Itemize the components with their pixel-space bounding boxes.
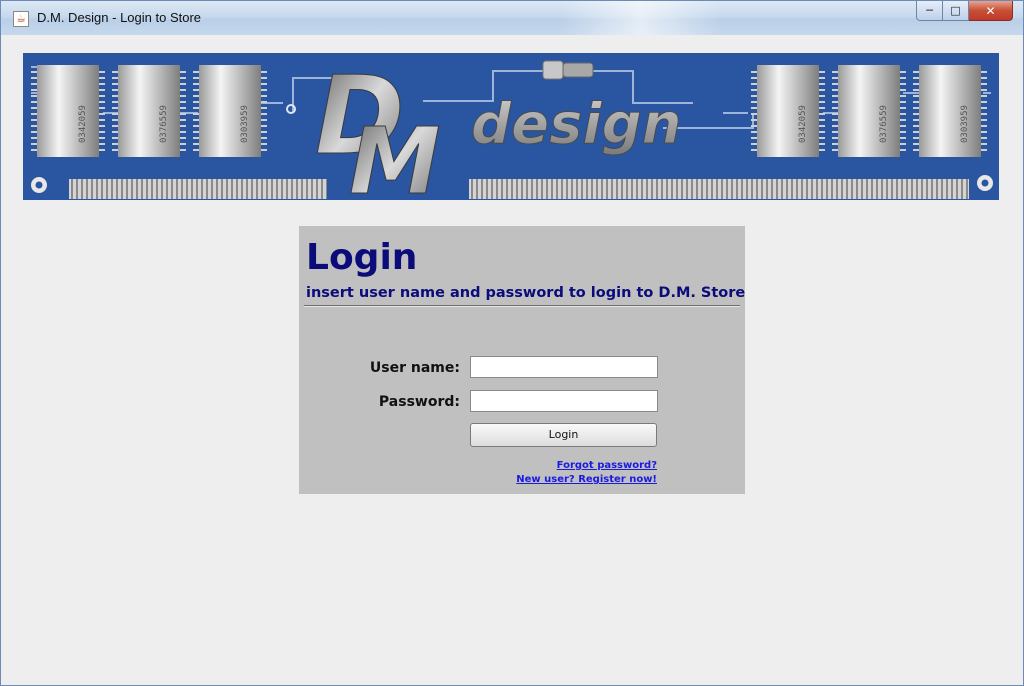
chip-label: 0342059: [78, 105, 88, 143]
page-title: Login: [306, 237, 418, 278]
banner-artwork: 0342059 0376559 0303959 0342059 0376559 …: [31, 54, 993, 201]
application-window: ☕ D.M. Design - Login to Store ─ □ ✕ 034…: [0, 0, 1024, 686]
chip-label: 0376559: [159, 105, 169, 143]
minimize-button[interactable]: ─: [916, 1, 943, 21]
register-link[interactable]: New user? Register now!: [516, 474, 657, 485]
username-label: User name:: [369, 360, 460, 376]
java-cup-icon[interactable]: ☕: [13, 11, 29, 27]
password-label: Password:: [378, 394, 460, 410]
login-button[interactable]: Login: [470, 423, 657, 447]
maximize-icon: □: [950, 4, 961, 17]
title-bar[interactable]: ☕ D.M. Design - Login to Store ─ □ ✕: [1, 1, 1023, 35]
chip-label: 0303959: [960, 105, 970, 143]
login-subtitle: insert user name and password to login t…: [306, 285, 746, 301]
dm-logo: D M design: [315, 54, 683, 201]
close-button[interactable]: ✕: [969, 1, 1013, 21]
password-input[interactable]: [470, 390, 658, 412]
divider: [304, 305, 740, 307]
login-panel: Login insert user name and password to l…: [299, 226, 745, 494]
username-input[interactable]: [470, 356, 658, 378]
forgot-password-link[interactable]: Forgot password?: [557, 460, 657, 471]
window-title: D.M. Design - Login to Store: [37, 10, 202, 25]
window-controls: ─ □ ✕: [916, 1, 1013, 23]
chip-label: 0376559: [879, 105, 889, 143]
logo-word: design: [471, 92, 682, 157]
logo-letter-m: M: [349, 108, 441, 200]
chips-left: [31, 65, 267, 157]
dm-design-banner: 0342059 0376559 0303959 0342059 0376559 …: [23, 53, 999, 200]
minimize-icon: ─: [926, 4, 933, 17]
chip-label: 0303959: [240, 105, 250, 143]
chip-label: 0342059: [798, 105, 808, 143]
maximize-button[interactable]: □: [943, 1, 969, 21]
close-icon: ✕: [985, 3, 996, 18]
chips-right: [751, 65, 987, 157]
